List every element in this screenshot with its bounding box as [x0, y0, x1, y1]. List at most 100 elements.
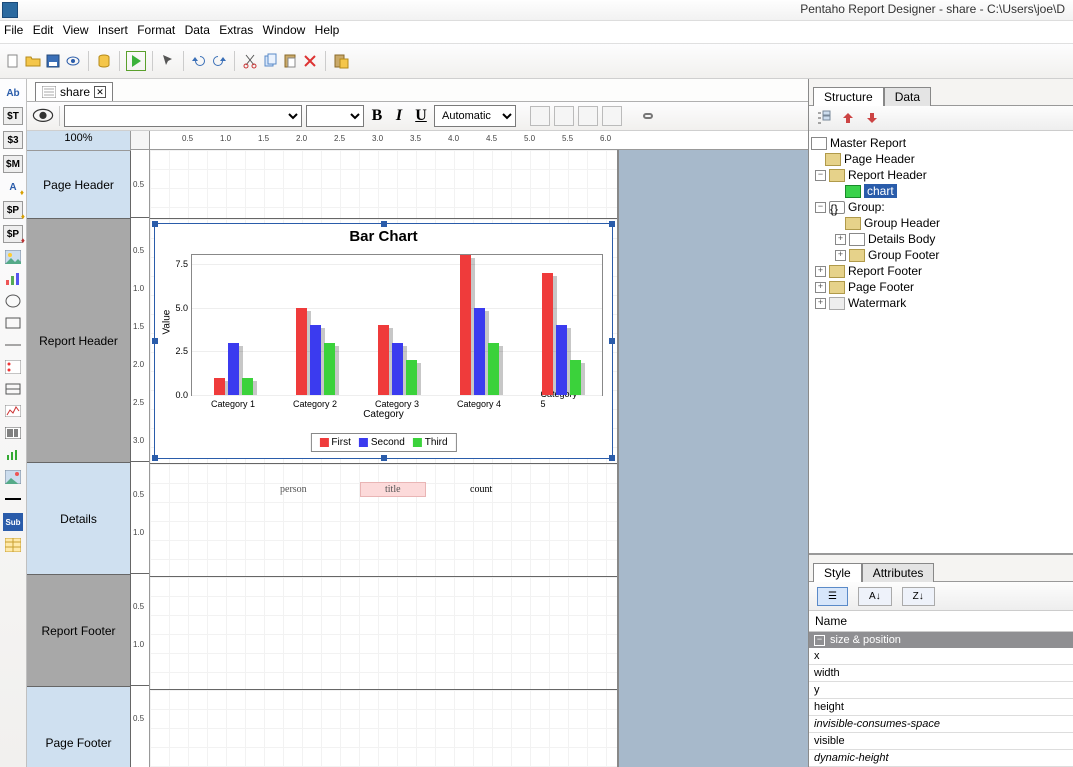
section-report-footer[interactable] — [150, 577, 617, 690]
band-page-footer[interactable]: Page Footer — [27, 687, 131, 767]
line-tool-icon[interactable] — [4, 337, 22, 353]
pointer-icon[interactable] — [159, 52, 177, 70]
font-family-select[interactable] — [64, 105, 302, 127]
prop-group-size-position[interactable]: −size & position — [809, 632, 1073, 648]
menu-window[interactable]: Window — [263, 23, 306, 37]
move-down-icon[interactable] — [863, 109, 881, 127]
section-page-footer[interactable] — [150, 690, 617, 767]
prop-invisible-consumes-space[interactable]: invisible-consumes-space — [809, 716, 1073, 733]
band-tool-icon[interactable] — [4, 381, 22, 397]
save-icon[interactable] — [44, 52, 62, 70]
color-select[interactable]: Automatic — [434, 105, 516, 127]
menu-format[interactable]: Format — [137, 23, 175, 37]
font-size-select[interactable] — [306, 105, 364, 127]
format-toolbar: B I U Automatic — [27, 102, 808, 131]
prop-width[interactable]: width — [809, 665, 1073, 682]
structure-tree[interactable]: Master Report Page Header −Report Header… — [809, 131, 1073, 554]
align-center-icon[interactable] — [554, 106, 574, 126]
run-icon[interactable] — [126, 51, 146, 71]
align-left-icon[interactable] — [530, 106, 550, 126]
band-page-header[interactable]: Page Header — [27, 151, 131, 219]
number-field-tool-icon[interactable]: $3 — [3, 131, 23, 149]
visibility-toggle-icon[interactable] — [31, 107, 55, 125]
menu-edit[interactable]: Edit — [33, 23, 54, 37]
subreport-tool-icon[interactable]: Sub — [3, 513, 23, 531]
band-report-header[interactable]: Report Header — [27, 219, 131, 463]
hline-tool-icon[interactable] — [4, 491, 22, 507]
menu-insert[interactable]: Insert — [98, 23, 128, 37]
tab-data[interactable]: Data — [884, 87, 931, 106]
hyperlink-icon[interactable] — [638, 107, 656, 125]
prop-x[interactable]: x — [809, 648, 1073, 665]
structure-toolbar — [809, 106, 1073, 131]
zoom-label: 100% — [27, 131, 131, 151]
bar-sparkline-tool-icon[interactable] — [4, 447, 22, 463]
prop-dynamic-height[interactable]: dynamic-height — [809, 750, 1073, 767]
resource-label-tool-icon[interactable]: A♦ — [4, 179, 22, 195]
sparkline-tool-icon[interactable] — [4, 403, 22, 419]
barcode-tool-icon[interactable] — [4, 425, 22, 441]
chart-element[interactable]: Bar Chart Value 0.02.55.07.5Category 1Ca… — [154, 223, 613, 459]
menu-view[interactable]: View — [63, 23, 89, 37]
undo-icon[interactable] — [190, 52, 208, 70]
document-tabs: share ✕ — [27, 79, 808, 102]
field-title[interactable]: title — [360, 482, 426, 497]
band-details[interactable]: Details — [27, 463, 131, 575]
open-icon[interactable] — [24, 52, 42, 70]
text-field-tool-icon[interactable]: $T — [3, 107, 23, 125]
image-tool-icon[interactable] — [4, 249, 22, 265]
prop-view-grouped-icon[interactable]: ☰ — [817, 587, 848, 606]
band-report-footer[interactable]: Report Footer — [27, 575, 131, 687]
move-up-icon[interactable] — [839, 109, 857, 127]
copy-icon[interactable] — [261, 52, 279, 70]
report-canvas[interactable]: 0.51.01.52.02.53.03.54.04.55.05.56.0 Bar… — [150, 131, 808, 767]
table-tool-icon[interactable] — [4, 537, 22, 553]
menu-data[interactable]: Data — [185, 23, 210, 37]
new-icon[interactable] — [4, 52, 22, 70]
clipboard-paste-icon[interactable] — [332, 52, 350, 70]
currency-field-tool-icon[interactable]: $M — [3, 155, 23, 173]
bold-button[interactable]: B — [368, 107, 386, 125]
label-tool-icon[interactable]: Ab — [4, 85, 22, 101]
section-page-header[interactable] — [150, 150, 617, 219]
tree-node-chart[interactable]: chart — [864, 184, 897, 198]
menu-extras[interactable]: Extras — [219, 23, 253, 37]
paste-icon[interactable] — [281, 52, 299, 70]
prop-y[interactable]: y — [809, 682, 1073, 699]
database-icon[interactable] — [95, 52, 113, 70]
underline-button[interactable]: U — [412, 107, 430, 125]
prop-height[interactable]: height — [809, 699, 1073, 716]
tab-attributes[interactable]: Attributes — [862, 563, 935, 582]
doc-icon — [42, 86, 56, 98]
tab-structure[interactable]: Structure — [813, 87, 884, 106]
field-person[interactable]: person — [280, 484, 307, 495]
delete-icon[interactable] — [301, 52, 319, 70]
prop-visible[interactable]: visible — [809, 733, 1073, 750]
properties-header: Name — [809, 611, 1073, 632]
redo-icon[interactable] — [210, 52, 228, 70]
prop-sort-asc-icon[interactable]: A↓ — [858, 587, 892, 606]
survey-tool-icon[interactable] — [4, 359, 22, 375]
chart-legend: FirstSecondThird — [310, 433, 456, 452]
section-report-header[interactable]: Bar Chart Value 0.02.55.07.5Category 1Ca… — [150, 219, 617, 464]
resource-field-tool-icon[interactable]: $P♦ — [3, 201, 23, 219]
ellipse-tool-icon[interactable] — [4, 293, 22, 309]
align-right-icon[interactable] — [578, 106, 598, 126]
chart-tool-icon[interactable] — [4, 271, 22, 287]
italic-button[interactable]: I — [390, 107, 408, 125]
cut-icon[interactable] — [241, 52, 259, 70]
tab-style[interactable]: Style — [813, 563, 862, 582]
close-tab-icon[interactable]: ✕ — [94, 86, 106, 98]
rectangle-tool-icon[interactable] — [4, 315, 22, 331]
menu-file[interactable]: File — [4, 23, 23, 37]
section-details[interactable]: person title count — [150, 464, 617, 577]
preview-eye-icon[interactable] — [64, 52, 82, 70]
align-justify-icon[interactable] — [602, 106, 622, 126]
image-url-tool-icon[interactable] — [4, 469, 22, 485]
menu-help[interactable]: Help — [315, 23, 340, 37]
prop-sort-desc-icon[interactable]: Z↓ — [902, 587, 935, 606]
tab-share[interactable]: share ✕ — [35, 82, 113, 101]
resource-msg-tool-icon[interactable]: $P♦ — [3, 225, 23, 243]
expand-tree-icon[interactable] — [815, 109, 833, 127]
field-count[interactable]: count — [470, 484, 492, 495]
